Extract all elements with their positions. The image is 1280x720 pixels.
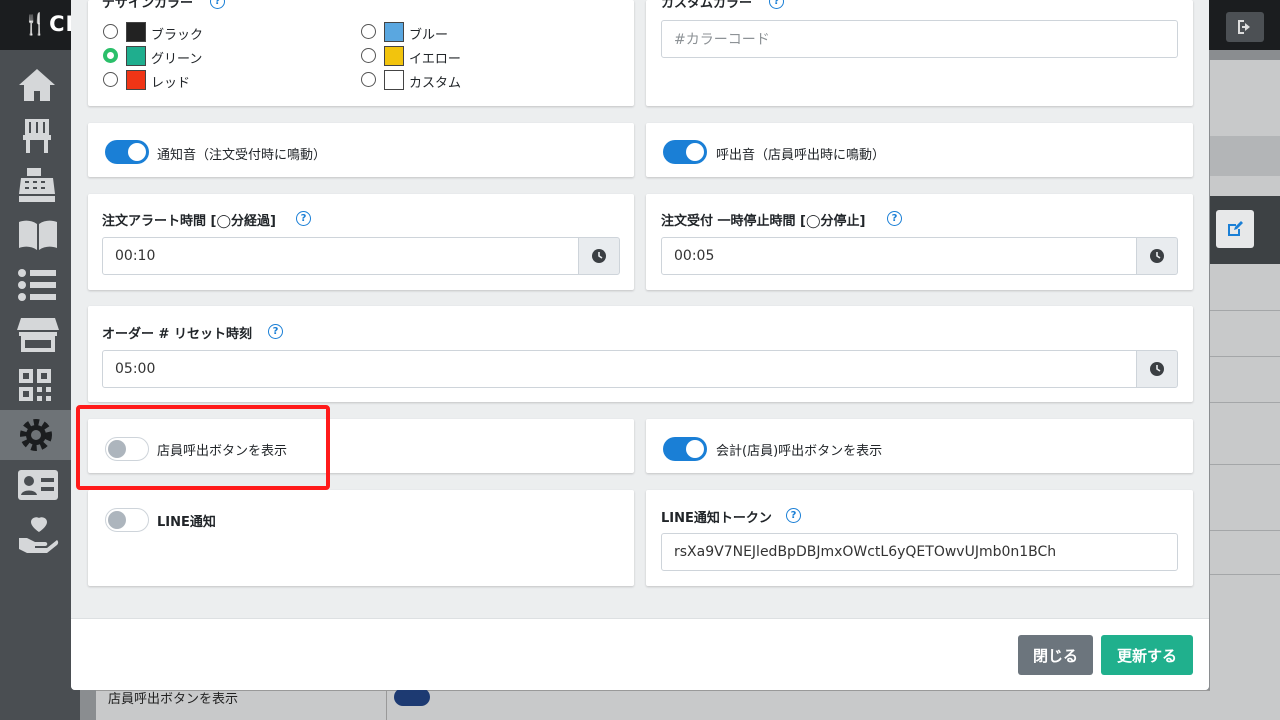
color-label-green: グリーン — [151, 52, 203, 67]
order-pause-input[interactable]: 00:05 — [661, 237, 1138, 275]
sidebar-item-qr[interactable] — [0, 360, 80, 410]
color-label-black: ブラック — [151, 28, 204, 43]
custom-color-input[interactable]: #カラーコード — [661, 20, 1178, 58]
qr-icon — [19, 369, 51, 401]
highlight-box — [76, 405, 330, 490]
checkout-call-button-toggle[interactable] — [663, 437, 707, 461]
background-bottom-row — [96, 690, 1210, 720]
sidebar-item-support[interactable] — [0, 510, 80, 560]
background-strip — [1210, 136, 1280, 176]
book-icon — [19, 220, 57, 250]
line-notify-label: LINE通知 — [157, 515, 216, 530]
color-label-blue: ブルー — [409, 28, 449, 43]
hand-heart-icon — [19, 517, 59, 553]
sidebar-item-menu-book[interactable] — [0, 210, 80, 260]
sidebar-item-list[interactable] — [0, 260, 80, 310]
radio-green[interactable] — [103, 48, 118, 63]
order-alert-input[interactable]: 00:10 — [102, 237, 579, 275]
order-reset-time-addon[interactable] — [1136, 350, 1178, 388]
swatch-red — [126, 70, 146, 90]
background-bottom-row-label: 店員呼出ボタンを表示 — [108, 692, 239, 707]
sidebar — [0, 50, 80, 720]
background-bottom-divider — [386, 690, 387, 720]
line-notify-card — [88, 490, 634, 586]
list-icon — [18, 269, 56, 301]
order-pause-time-addon[interactable] — [1136, 237, 1178, 275]
swatch-custom — [384, 70, 404, 90]
order-alert-time-addon[interactable] — [578, 237, 620, 275]
sidebar-item-home[interactable] — [0, 60, 80, 110]
id-card-icon — [18, 470, 58, 500]
order-pause-label: 注文受付 一時停止時間 [◯分停止] — [661, 214, 866, 229]
background-row-divider — [1210, 574, 1280, 575]
order-reset-label: オーダー # リセット時刻 — [102, 327, 252, 342]
background-bottom-toggle — [394, 688, 430, 706]
color-label-custom: カスタム — [409, 76, 462, 91]
line-token-label: LINE通知トークン — [661, 511, 772, 526]
sidebar-item-store[interactable] — [0, 310, 80, 360]
radio-red[interactable] — [103, 72, 118, 87]
background-row-divider — [1210, 464, 1280, 465]
toggle-knob — [686, 440, 704, 458]
radio-black[interactable] — [103, 24, 118, 39]
notify-sound-label: 通知音（注文受付時に鳴動） — [157, 148, 327, 163]
chair-icon — [23, 119, 51, 153]
toggle-knob — [686, 143, 704, 161]
store-icon — [17, 318, 59, 352]
color-label-red: レッド — [151, 76, 191, 91]
sidebar-item-tables[interactable] — [0, 110, 80, 160]
toggle-knob — [128, 143, 146, 161]
color-label-yellow: イエロー — [409, 52, 461, 67]
help-icon[interactable]: ? — [296, 211, 311, 226]
line-notify-toggle[interactable] — [105, 508, 149, 532]
sidebar-item-settings[interactable] — [0, 410, 80, 460]
help-icon[interactable]: ? — [887, 211, 902, 226]
toggle-knob — [108, 511, 126, 529]
background-row-divider — [1210, 530, 1280, 531]
sidebar-item-register[interactable] — [0, 160, 80, 210]
swatch-yellow — [384, 46, 404, 66]
logout-icon — [1238, 20, 1250, 34]
line-token-input[interactable]: rsXa9V7NEJledBpDBJmxOWctL6yQETOwvUJmb0n1… — [661, 533, 1178, 571]
radio-yellow[interactable] — [361, 48, 376, 63]
clock-icon — [1150, 362, 1164, 376]
edit-icon — [1228, 221, 1243, 236]
register-icon — [19, 168, 55, 202]
close-button[interactable]: 閉じる — [1018, 635, 1093, 675]
help-icon[interactable]: ? — [786, 508, 801, 523]
update-button[interactable]: 更新する — [1101, 635, 1193, 675]
background-row-divider — [1210, 402, 1280, 403]
radio-custom[interactable] — [361, 72, 376, 87]
logout-button[interactable] — [1226, 12, 1264, 42]
call-sound-label: 呼出音（店員呼出時に鳴動） — [716, 148, 886, 163]
order-alert-label: 注文アラート時間 [◯分経過] — [102, 214, 276, 229]
home-icon — [19, 69, 55, 101]
swatch-black — [126, 22, 146, 42]
call-sound-toggle[interactable] — [663, 140, 707, 164]
background-row-divider — [1210, 356, 1280, 357]
checkout-call-button-label: 会計(店員)呼出ボタンを表示 — [716, 444, 883, 459]
clock-icon — [1150, 249, 1164, 263]
notify-sound-toggle[interactable] — [105, 140, 149, 164]
help-icon[interactable]: ? — [268, 324, 283, 339]
design-color-label: デザインカラー — [102, 0, 194, 11]
sidebar-item-staff[interactable] — [0, 460, 80, 510]
background-edit-button[interactable] — [1216, 210, 1254, 248]
custom-color-label: カスタムカラー — [661, 0, 753, 11]
clock-icon — [592, 249, 606, 263]
gear-icon — [20, 419, 52, 451]
background-row-divider — [1210, 310, 1280, 311]
swatch-green — [126, 46, 146, 66]
radio-blue[interactable] — [361, 24, 376, 39]
order-reset-input[interactable]: 05:00 — [102, 350, 1138, 388]
swatch-blue — [384, 22, 404, 42]
